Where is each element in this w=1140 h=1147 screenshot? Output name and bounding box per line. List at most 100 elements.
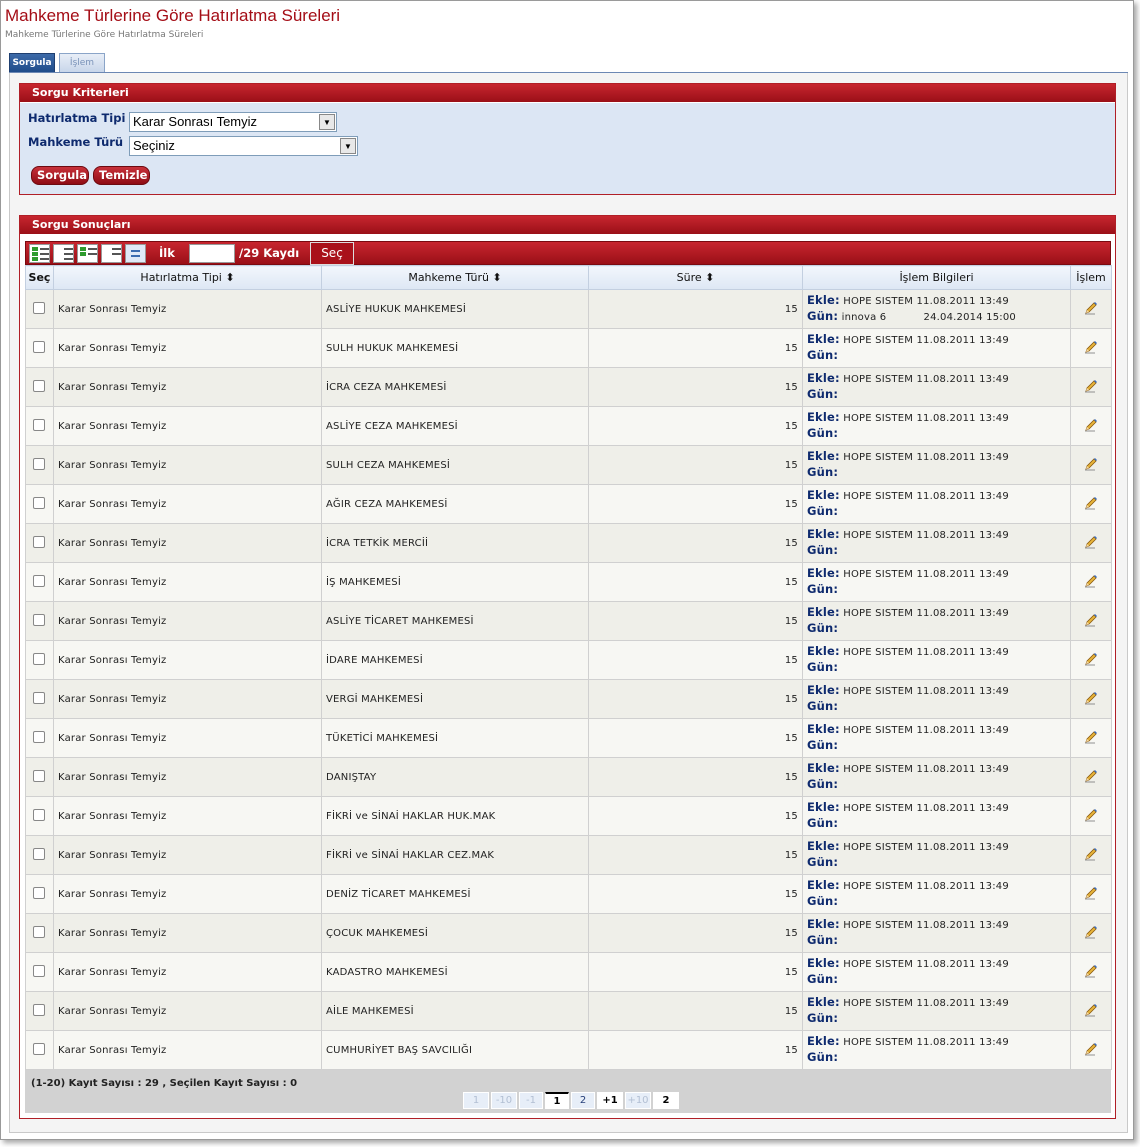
col-hatirlatma-tipi[interactable]: Hatırlatma Tipi ⬍ [53,265,322,290]
row-checkbox[interactable] [33,769,45,782]
pencil-icon[interactable] [1083,846,1099,862]
gun-label: Gün: [807,660,839,674]
sec-button[interactable]: Seç [310,242,354,265]
pencil-icon[interactable] [1083,768,1099,784]
row-checkbox[interactable] [33,457,45,470]
chevron-down-icon[interactable]: ▼ [319,114,335,130]
select-all-icon[interactable] [29,244,50,263]
row-select-cell [25,601,54,641]
sure-cell: 15 [588,796,803,836]
pager-item[interactable]: 2 [653,1092,679,1109]
pencil-icon[interactable] [1083,300,1099,316]
pager-item[interactable]: +1 [597,1092,623,1109]
deselect-page-icon[interactable] [101,244,122,263]
pencil-icon[interactable] [1083,378,1099,394]
tab-islem[interactable]: İşlem [59,53,105,73]
gun-label: Gün: [807,543,839,557]
sure-cell: 15 [588,367,803,407]
row-select-cell [25,406,54,446]
sure-cell: 15 [588,952,803,992]
mahkeme-turu-select[interactable]: Seçiniz ▼ [129,136,358,156]
col-mahkeme-turu[interactable]: Mahkeme Türü ⬍ [321,265,589,290]
row-checkbox[interactable] [33,496,45,509]
pencil-icon[interactable] [1083,729,1099,745]
tab-sorgula[interactable]: Sorgula [9,53,55,73]
app-window: Mahkeme Türlerine Göre Hatırlatma Sürele… [0,0,1134,1140]
gun-label: Gün: [807,972,839,986]
deselect-all-icon[interactable] [53,244,74,263]
row-checkbox[interactable] [33,886,45,899]
pencil-icon[interactable] [1083,495,1099,511]
pencil-icon[interactable] [1083,690,1099,706]
row-checkbox[interactable] [33,418,45,431]
select-page-icon[interactable] [77,244,98,263]
pencil-icon[interactable] [1083,573,1099,589]
temizle-button[interactable]: Temizle [93,166,150,185]
pencil-icon[interactable] [1083,612,1099,628]
pencil-icon[interactable] [1083,807,1099,823]
table-row: Karar Sonrası Temyiz İCRA TETKİK MERCİİ 15… [25,523,1112,563]
pencil-icon[interactable] [1083,417,1099,433]
row-checkbox[interactable] [33,340,45,353]
row-checkbox[interactable] [33,301,45,314]
ekle-value: HOPE SISTEM 11.08.2011 13:49 [843,530,1009,541]
gun-label: Gün: [807,1011,839,1025]
row-checkbox[interactable] [33,691,45,704]
gun-label: Gün: [807,465,839,479]
row-checkbox[interactable] [33,652,45,665]
ekle-value: HOPE SISTEM 11.08.2011 13:49 [843,296,1009,307]
col-islem-bilgileri: İşlem Bilgileri [802,265,1071,290]
chevron-down-icon[interactable]: ▼ [340,138,356,154]
row-checkbox[interactable] [33,1042,45,1055]
row-checkbox[interactable] [33,379,45,392]
sorgula-button[interactable]: Sorgula [31,166,89,185]
sure-cell: 15 [588,328,803,368]
table-row: Karar Sonrası Temyiz SULH HUKUK MAHKEMESİ… [25,328,1112,368]
row-checkbox[interactable] [33,730,45,743]
sure-cell: 15 [588,523,803,563]
islem-cell [1070,913,1112,953]
row-checkbox[interactable] [33,574,45,587]
islem-bilgileri-cell: Ekle: HOPE SISTEM 11.08.2011 13:49 Gün: [802,601,1071,641]
pencil-icon[interactable] [1083,1002,1099,1018]
pencil-icon[interactable] [1083,924,1099,940]
ekle-value: HOPE SISTEM 11.08.2011 13:49 [843,491,1009,502]
pencil-icon[interactable] [1083,885,1099,901]
pager-item: 1 [463,1092,489,1109]
row-checkbox[interactable] [33,535,45,548]
row-checkbox[interactable] [33,847,45,860]
pencil-icon[interactable] [1083,339,1099,355]
islem-bilgileri-cell: Ekle: HOPE SISTEM 11.08.2011 13:49 Gün: [802,1030,1071,1070]
ekle-value: HOPE SISTEM 11.08.2011 13:49 [843,452,1009,463]
islem-cell [1070,445,1112,485]
ekle-label: Ekle: [807,839,840,853]
ekle-label: Ekle: [807,683,840,697]
islem-bilgileri-cell: Ekle: HOPE SISTEM 11.08.2011 13:49 Gün: [802,991,1071,1031]
hatirlatma-tipi-cell: Karar Sonrası Temyiz [53,757,322,797]
record-range-input[interactable] [189,244,235,263]
pencil-icon[interactable] [1083,534,1099,550]
pencil-icon[interactable] [1083,963,1099,979]
col-sure[interactable]: Süre ⬍ [588,265,803,290]
row-checkbox[interactable] [33,613,45,626]
row-checkbox[interactable] [33,925,45,938]
mahkeme-turu-cell: ASLİYE TİCARET MAHKEMESİ [321,601,589,641]
hatirlatma-tipi-cell: Karar Sonrası Temyiz [53,289,322,329]
islem-cell [1070,796,1112,836]
row-checkbox[interactable] [33,808,45,821]
pencil-icon[interactable] [1083,1041,1099,1057]
row-checkbox[interactable] [33,964,45,977]
pager-item[interactable]: 1 [545,1092,569,1109]
islem-bilgileri-cell: Ekle: HOPE SISTEM 11.08.2011 13:49 Gün: [802,952,1071,992]
row-select-cell [25,523,54,563]
row-checkbox[interactable] [33,1003,45,1016]
hatirlatma-tipi-select[interactable]: Karar Sonrası Temyiz ▼ [129,112,337,132]
hatirlatma-tipi-cell: Karar Sonrası Temyiz [53,328,322,368]
pager-item[interactable]: 2 [571,1092,595,1109]
mahkeme-turu-cell: ASLİYE CEZA MAHKEMESİ [321,406,589,446]
clipboard-icon[interactable] [125,244,146,263]
pencil-icon[interactable] [1083,651,1099,667]
pencil-icon[interactable] [1083,456,1099,472]
mahkeme-turu-cell: SULH HUKUK MAHKEMESİ [321,328,589,368]
gun-label: Gün: [807,738,839,752]
